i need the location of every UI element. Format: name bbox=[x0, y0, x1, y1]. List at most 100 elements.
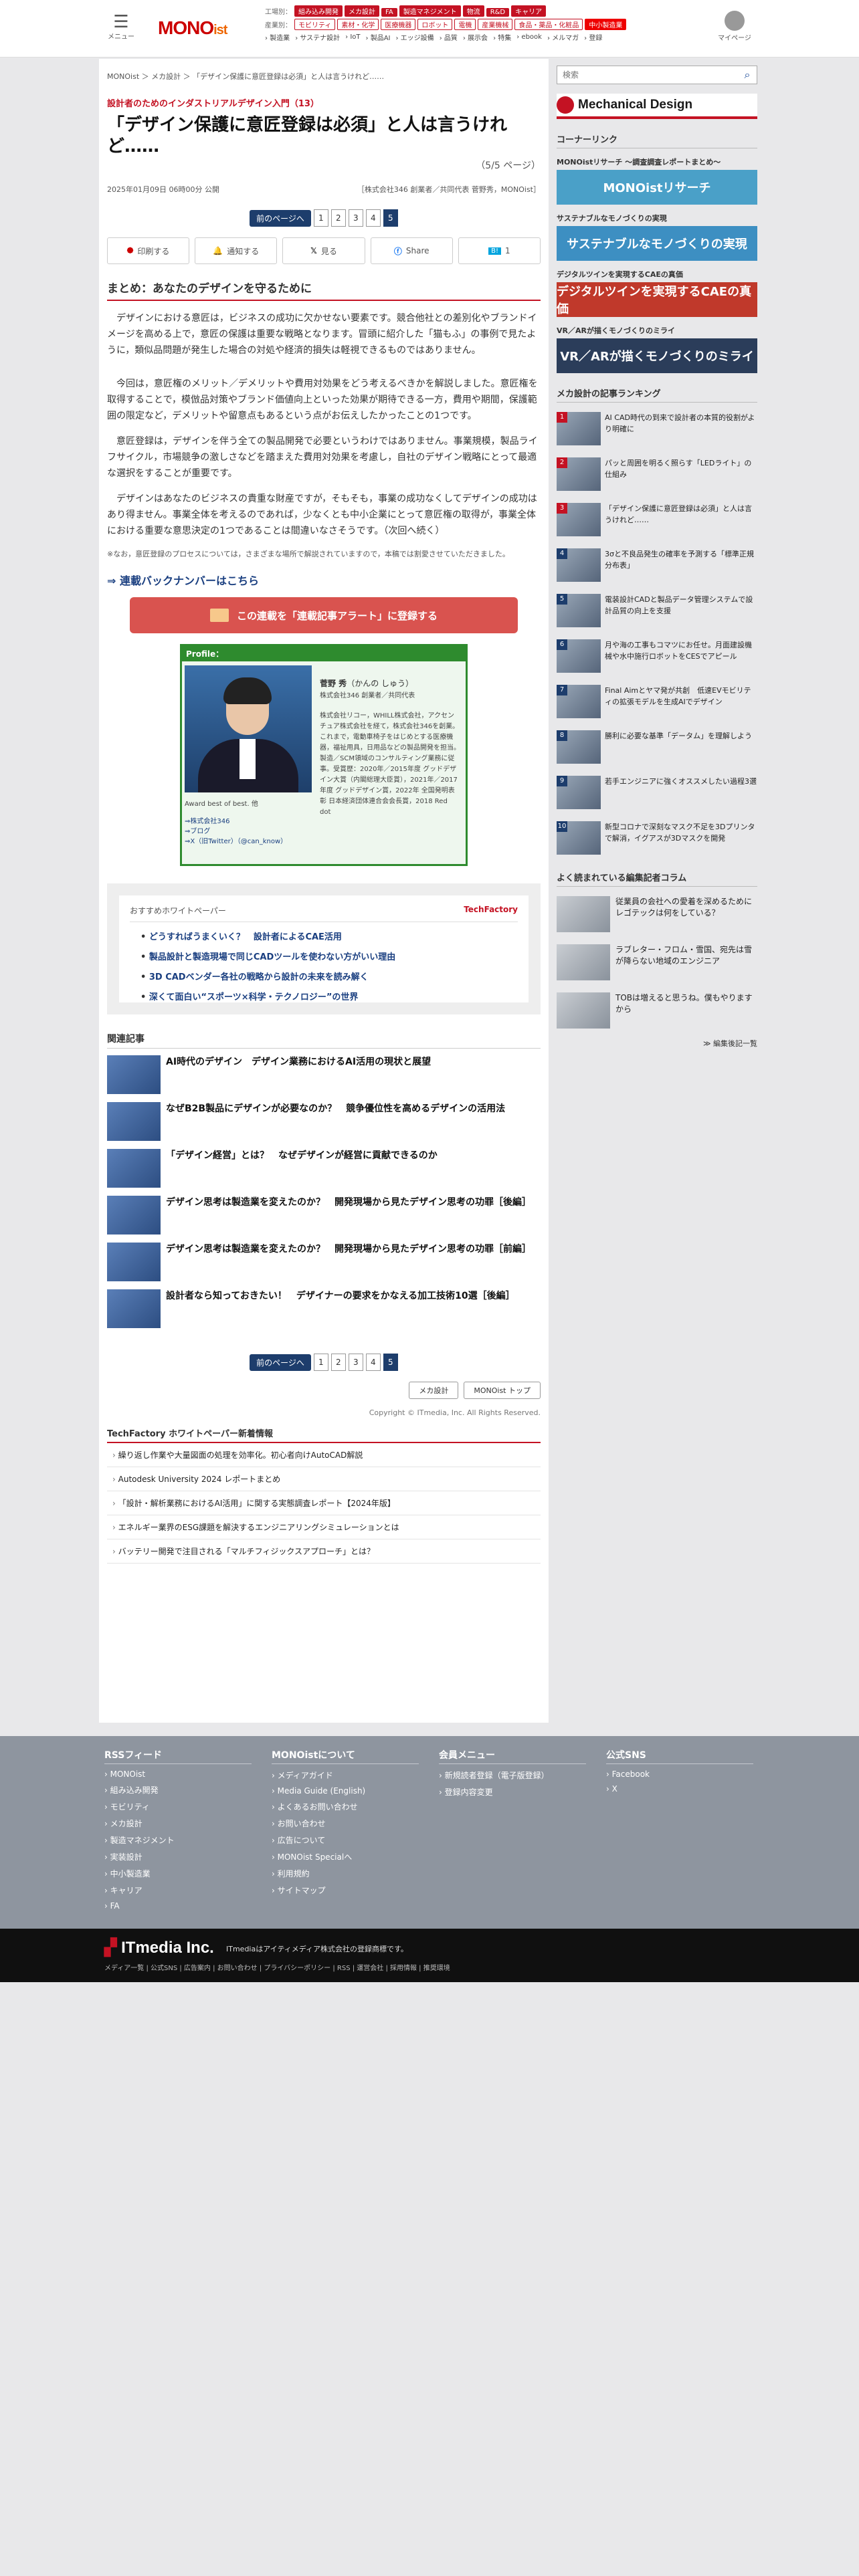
techfactory-item[interactable]: 繰り返し作業や大量図面の処理を効率化。初心者向けAutoCAD解説 bbox=[107, 1443, 541, 1467]
related-article[interactable]: デザイン思考は製造業を変えたのか？ 開発現場から見たデザイン思考の功罪［前編］ bbox=[107, 1243, 541, 1283]
whitepaper-link[interactable]: 深くて面白い“スポーツ×科学・テクノロジー”の世界 bbox=[140, 990, 518, 1002]
industry-tag[interactable]: 産業機械 bbox=[478, 19, 513, 30]
corner-title[interactable]: デジタルツインを実現するCAEの真価 bbox=[557, 269, 757, 280]
techfactory-logo[interactable]: TechFactory bbox=[464, 905, 518, 916]
tag-sme[interactable]: 中小製造業 bbox=[585, 19, 627, 30]
footer-link[interactable]: Facebook bbox=[606, 1769, 753, 1779]
subnav-link[interactable]: › エッジ設備 bbox=[396, 32, 434, 42]
corner-title[interactable]: MONOistリサーチ ～調査調査レポートまとめ～ bbox=[557, 156, 757, 167]
subnav-link[interactable]: › メルマガ bbox=[547, 32, 579, 42]
related-article[interactable]: AI時代のデザイン デザイン業務におけるAI活用の現状と展望 bbox=[107, 1055, 541, 1095]
subnav-link[interactable]: › 製品AI bbox=[366, 32, 391, 42]
mech-design-button[interactable]: メカ設計 bbox=[409, 1382, 459, 1399]
related-article[interactable]: 「デザイン経営」とは？ なぜデザインが経営に貢献できるのか bbox=[107, 1149, 541, 1189]
page-link-5[interactable]: 5 bbox=[383, 209, 398, 227]
footer-link[interactable]: モビリティ bbox=[104, 1801, 252, 1812]
footer-link[interactable]: サイトマップ bbox=[272, 1885, 419, 1896]
editorial-list-link[interactable]: ≫ 編集後記一覧 bbox=[557, 1038, 757, 1049]
related-article[interactable]: 設計者なら知っておきたい！ デザイナーの要求をかなえる加工技術10選［後編］ bbox=[107, 1289, 541, 1329]
industry-tag[interactable]: 食品・薬品・化粧品 bbox=[514, 19, 583, 30]
subnav-link[interactable]: › 製造業 bbox=[265, 32, 290, 42]
footer-link[interactable]: FA bbox=[104, 1901, 252, 1911]
industry-tag[interactable]: 電機 bbox=[454, 19, 476, 30]
footer-link[interactable]: MONOist Specialへ bbox=[272, 1851, 419, 1862]
subnav-link[interactable]: › ebook bbox=[516, 33, 542, 41]
footer-link[interactable]: 新規読者登録（電子版登録） bbox=[439, 1769, 586, 1781]
ranking-item[interactable]: 2 パッと周囲を明るく照らす「LEDライト」の仕組み bbox=[557, 457, 757, 494]
page-link-1[interactable]: 1 bbox=[313, 1354, 328, 1371]
category-tag[interactable]: 組み込み開発 bbox=[294, 5, 343, 17]
corporate-links[interactable]: メディア一覧 | 公式SNS | 広告案内 | お問い合わせ | プライバシーポ… bbox=[104, 1962, 450, 1972]
editorial-item[interactable]: 従業員の会社への愛着を深めるためにレゴテックは何をしている？ bbox=[557, 896, 757, 935]
whitepaper-link[interactable]: 製品設計と製造現場で同じCADツールを使わない方がいい理由 bbox=[140, 950, 518, 962]
footer-link[interactable]: 登録内容変更 bbox=[439, 1786, 586, 1798]
footer-link[interactable]: 広告について bbox=[272, 1834, 419, 1846]
corner-banner[interactable]: デジタルツインを実現するCAEの真価 bbox=[557, 282, 757, 317]
techfactory-item[interactable]: Autodesk University 2024 レポートまとめ bbox=[107, 1467, 541, 1491]
prev-page-button[interactable]: 前のページへ bbox=[250, 1354, 311, 1371]
related-article[interactable]: なぜB2B製品にデザインが必要なのか？ 競争優位性を高めるデザインの活用法 bbox=[107, 1102, 541, 1142]
print-button[interactable]: ⯄ 印刷する bbox=[107, 237, 190, 264]
footer-link[interactable]: メディアガイド bbox=[272, 1769, 419, 1781]
corner-title[interactable]: サステナブルなモノづくりの実現 bbox=[557, 213, 757, 223]
ranking-item[interactable]: 5 電装設計CADと製品データ管理システムで設計品質の向上を支援 bbox=[557, 594, 757, 630]
ranking-item[interactable]: 1 AI CAD時代の到来で設計者の本質的役割がより明確に bbox=[557, 412, 757, 448]
footer-link[interactable]: お問い合わせ bbox=[272, 1818, 419, 1829]
menu-button[interactable]: ☰ メニュー bbox=[107, 13, 135, 41]
category-tag[interactable]: メカ設計 bbox=[345, 5, 379, 17]
site-logo[interactable]: MONOist bbox=[158, 17, 227, 39]
industry-tag[interactable]: ロボット bbox=[417, 19, 453, 30]
ranking-item[interactable]: 6 月や海の工事もコマツにお任せ。月面建設機械や水中施行ロボットをCESでアピール bbox=[557, 639, 757, 675]
breadcrumb[interactable]: MONOist ＞ メカ設計 ＞ 「デザイン保護に意匠登録は必須」と人は言うけれ… bbox=[107, 71, 541, 82]
category-tag[interactable]: 製造マネジメント bbox=[399, 5, 461, 17]
category-tag[interactable]: FA bbox=[381, 8, 397, 17]
subnav-link[interactable]: › IoT bbox=[345, 33, 360, 41]
whitepaper-link[interactable]: 3D CADベンダー各社の戦略から設計の未来を読み解く bbox=[140, 970, 518, 982]
footer-link[interactable]: 中小製造業 bbox=[104, 1868, 252, 1879]
subnav-link[interactable]: › 品質 bbox=[440, 32, 458, 42]
ranking-item[interactable]: 3 「デザイン保護に意匠登録は必須」と人は言うけれど…… bbox=[557, 503, 757, 539]
footer-link[interactable]: 製造マネジメント bbox=[104, 1834, 252, 1846]
footer-link[interactable]: メカ設計 bbox=[104, 1818, 252, 1829]
page-link-3[interactable]: 3 bbox=[348, 209, 363, 227]
company-link[interactable]: ⇒株式会社346 bbox=[185, 817, 287, 827]
footer-link[interactable]: キャリア bbox=[104, 1885, 252, 1896]
prev-page-button[interactable]: 前のページへ bbox=[250, 209, 311, 227]
footer-link[interactable]: 利用規約 bbox=[272, 1868, 419, 1879]
ranking-item[interactable]: 9 若手エンジニアに強くオススメしたい過程3選 bbox=[557, 776, 757, 812]
industry-tag[interactable]: 素材・化学 bbox=[337, 19, 379, 30]
ranking-item[interactable]: 10 新型コロナで深刻なマスク不足を3Dプリンタで解消，イグアスが3Dマスクを開発 bbox=[557, 821, 757, 857]
corner-banner[interactable]: MONOistリサーチ bbox=[557, 170, 757, 205]
series-alert-button[interactable]: この連載を「連載記事アラート」に登録する bbox=[130, 597, 518, 633]
footer-link[interactable]: MONOist bbox=[104, 1769, 252, 1779]
blog-link[interactable]: ⇒ブログ bbox=[185, 827, 287, 837]
category-tag[interactable]: 物流 bbox=[462, 5, 484, 17]
footer-link[interactable]: よくあるお問い合わせ bbox=[272, 1801, 419, 1812]
search-input[interactable] bbox=[557, 66, 738, 84]
itmedia-logo[interactable]: ▞ ITmedia Inc. bbox=[104, 1938, 214, 1957]
corner-banner[interactable]: サステナブルなモノづくりの実現 bbox=[557, 226, 757, 261]
subnav-link[interactable]: › 展示会 bbox=[463, 32, 488, 42]
editorial-item[interactable]: ラブレター・フロム・雪国、宛先は雪が降らない地域のエンジニア bbox=[557, 944, 757, 983]
page-link-2[interactable]: 2 bbox=[330, 209, 346, 227]
corner-title[interactable]: VR／ARが描くモノづくりのミライ bbox=[557, 325, 757, 336]
search-icon[interactable]: ⌕ bbox=[738, 66, 757, 84]
notify-button[interactable]: 🔔 通知する bbox=[195, 237, 278, 264]
category-tag[interactable]: キャリア bbox=[511, 5, 547, 17]
footer-link[interactable]: Media Guide (English) bbox=[272, 1786, 419, 1796]
facebook-share-button[interactable]: ⓕ Share bbox=[370, 237, 453, 264]
industry-tag[interactable]: 医療機器 bbox=[381, 19, 416, 30]
corner-banner[interactable]: VR／ARが描くモノづくりのミライ bbox=[557, 338, 757, 373]
footer-link[interactable]: 組み込み開発 bbox=[104, 1784, 252, 1796]
x-share-button[interactable]: 𝕏 見る bbox=[282, 237, 365, 264]
ranking-item[interactable]: 7 Final Aimとヤマ発が共創 低速EVモビリティの拡張モデルを生成AIでデ… bbox=[557, 685, 757, 721]
whitepaper-link[interactable]: どうすればうまくいく？ 設計者によるCAE活用 bbox=[140, 930, 518, 942]
forum-banner[interactable]: Mechanical Design bbox=[557, 94, 757, 119]
footer-link[interactable]: 実装設計 bbox=[104, 1851, 252, 1862]
mypage-button[interactable]: マイページ bbox=[714, 11, 755, 42]
page-link-1[interactable]: 1 bbox=[313, 209, 328, 227]
subnav-link[interactable]: › サステナ設計 bbox=[295, 32, 340, 42]
industry-tag[interactable]: モビリティ bbox=[294, 19, 336, 30]
page-link-4[interactable]: 4 bbox=[365, 209, 381, 227]
ranking-item[interactable]: 8 勝利に必要な基準「データム」を理解しよう bbox=[557, 730, 757, 766]
